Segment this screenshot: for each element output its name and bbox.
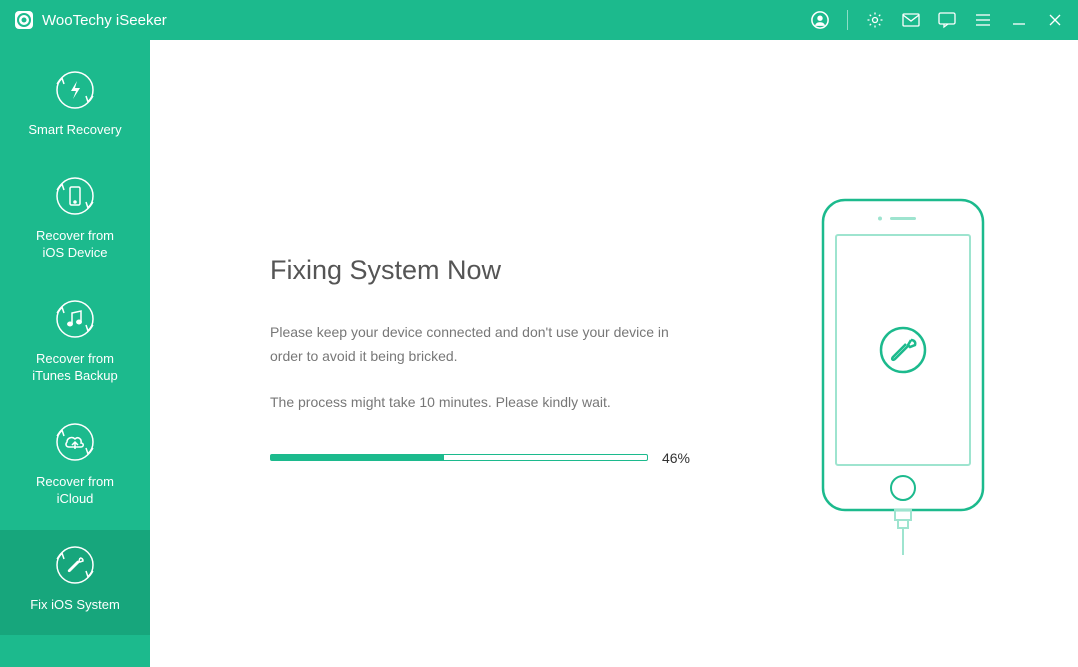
- sidebar-item-icloud[interactable]: Recover from iCloud: [0, 407, 150, 530]
- settings-icon[interactable]: [866, 11, 884, 29]
- sidebar-item-label: Fix iOS System: [30, 596, 120, 614]
- instruction-text: Please keep your device connected and do…: [270, 321, 690, 369]
- sidebar-item-smart-recovery[interactable]: Smart Recovery: [0, 55, 150, 161]
- phone-circle-icon: [54, 175, 96, 217]
- sidebar-item-label: Recover from iOS Device: [36, 227, 114, 262]
- progress-bar: [270, 454, 648, 461]
- content: Fixing System Now Please keep your devic…: [150, 40, 1078, 667]
- titlebar-left: WooTechy iSeeker: [14, 10, 167, 30]
- titlebar: WooTechy iSeeker: [0, 0, 1078, 40]
- progress-row: 46%: [270, 450, 690, 466]
- sidebar-item-label: Recover from iTunes Backup: [32, 350, 118, 385]
- app-logo-icon: [14, 10, 34, 30]
- sidebar-item-fix-ios[interactable]: Fix iOS System: [0, 530, 150, 636]
- music-circle-icon: [54, 298, 96, 340]
- sidebar-item-label: Recover from iCloud: [36, 473, 114, 508]
- titlebar-divider: [847, 10, 848, 30]
- titlebar-right: [811, 10, 1064, 30]
- wrench-circle-icon: [54, 544, 96, 586]
- main-area: Smart Recovery Recover from iOS Device: [0, 40, 1078, 667]
- feedback-icon[interactable]: [938, 11, 956, 29]
- sidebar-item-ios-device[interactable]: Recover from iOS Device: [0, 161, 150, 284]
- device-illustration: [818, 195, 988, 560]
- wait-text: The process might take 10 minutes. Pleas…: [270, 394, 690, 410]
- progress-fill: [271, 455, 444, 460]
- sidebar-item-label: Smart Recovery: [28, 121, 121, 139]
- sidebar: Smart Recovery Recover from iOS Device: [0, 40, 150, 667]
- text-section: Fixing System Now Please keep your devic…: [270, 90, 690, 466]
- close-icon[interactable]: [1046, 11, 1064, 29]
- page-title: Fixing System Now: [270, 255, 690, 286]
- account-icon[interactable]: [811, 11, 829, 29]
- progress-percent: 46%: [662, 450, 690, 466]
- minimize-icon[interactable]: [1010, 11, 1028, 29]
- menu-icon[interactable]: [974, 11, 992, 29]
- app-title: WooTechy iSeeker: [42, 12, 167, 29]
- sidebar-item-itunes-backup[interactable]: Recover from iTunes Backup: [0, 284, 150, 407]
- mail-icon[interactable]: [902, 11, 920, 29]
- cloud-circle-icon: [54, 421, 96, 463]
- lightning-circle-icon: [54, 69, 96, 111]
